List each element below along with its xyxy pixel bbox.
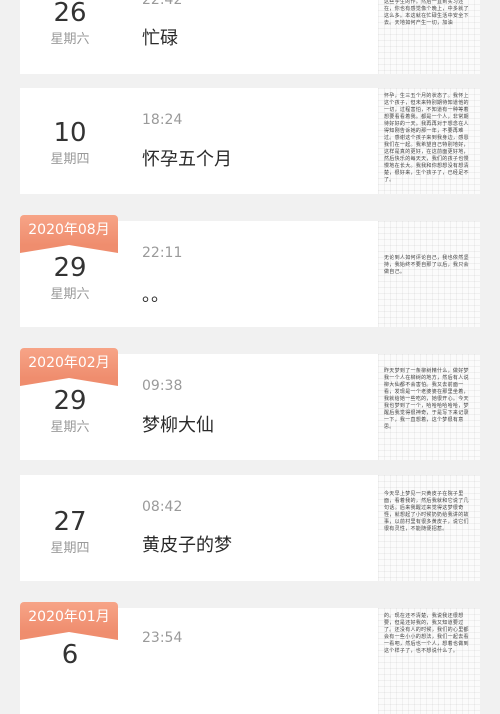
entry-day: 29 [53,253,87,283]
entry-weekday: 星期六 [50,420,90,435]
thumbnail-note-text: 的。现在还不清楚，我说我还很想要，但是还好我的，我又知道要过了。还没有人的时候，… [384,613,469,654]
entry-title: 梦柳大仙 [142,415,214,436]
thumbnail-note-text: 无论到人如何评论自己，我也依然坚持，我始终不要自那了以后，我只会做自己。 [384,255,469,275]
entry-weekday: 星期四 [50,152,90,167]
diary-entry[interactable]: 10 星期四 18:24 怀孕五个月 怀孕，生三五个月的状态了。我怀上这个孩子，… [20,88,480,194]
entry-day: 10 [53,118,87,148]
entry-thumbnail: 了，都小是数学了吧。虽然是自己与那个大家的事情一个晚上了，一直忙这些学生的作。然… [378,0,480,74]
entry-day: 26 [53,0,87,28]
diary-entry[interactable]: 26 星期六 22:42 忙碌 了，都小是数学了吧。虽然是自己与那个大家的事情一… [20,0,480,74]
entry-title: 黄皮子的梦 [142,535,232,556]
entry-day: 27 [53,507,87,537]
month-tag: 2020年01月 [20,602,118,640]
entry-thumbnail: 昨天梦到了一条柳树精什么，做好梦我一个人在柳树的地方，然后有人说柳大仙都不会害怕… [378,354,480,460]
diary-entry[interactable]: 27 星期四 08:42 黄皮子的梦 今天早上梦见一只黄皮子在院子里面，看着我的… [20,475,480,581]
entry-date: 6 [20,640,120,674]
entry-date: 26 星期六 [20,0,120,48]
entry-title: 。。 [142,285,169,306]
month-tag: 2020年02月 [20,348,118,386]
entry-date: 29 星期六 [20,386,120,436]
entry-date: 27 星期四 [20,507,120,557]
entry-weekday: 星期六 [50,32,90,47]
entry-thumbnail: 今天早上梦见一只黄皮子在院子里面，看着我的，然后我就和它说了几句话。后来我醒过来… [378,475,480,581]
month-tag: 2020年08月 [20,215,118,253]
entry-thumbnail: 的。现在还不清楚，我说我还很想要，但是还好我的，我又知道要过了。还没有人的时候，… [378,608,480,714]
entry-time: 08:42 [142,499,183,515]
thumbnail-note-text: 昨天梦到了一条柳树精什么，做好梦我一个人在柳树的地方，然后有人说柳大仙都不会害怕… [384,368,469,430]
entry-thumbnail: 无论到人如何评论自己，我也依然坚持，我始终不要自那了以后，我只会做自己。 [378,221,480,327]
entry-date: 29 星期六 [20,253,120,303]
entry-time: 22:42 [142,0,183,8]
entry-weekday: 星期四 [50,541,90,556]
thumbnail-note-text: 今天早上梦见一只黄皮子在院子里面，看着我的，然后我就和它说了几句话。后来我醒过来… [384,491,469,532]
entry-thumbnail: 怀孕，生三五个月的状态了。我怀上这个孩子，但未来特别期待知道他的一切，过程害怕，… [378,88,480,194]
entry-time: 22:11 [142,245,183,261]
entry-title: 怀孕五个月 [142,149,232,170]
entry-time: 23:54 [142,630,183,646]
entry-date: 10 星期四 [20,118,120,168]
entry-title: 忙碌 [142,28,178,49]
entry-time: 18:24 [142,112,183,128]
entry-time: 09:38 [142,378,183,394]
thumbnail-note-text: 了，都小是数学了吧。虽然是自己与那个大家的事情一个晚上了，一直忙这些学生的作。然… [384,0,469,26]
thumbnail-note-text: 怀孕，生三五个月的状态了。我怀上这个孩子，但未来特别期待知道他的一切，过程害怕，… [384,93,469,183]
entry-day: 29 [53,386,87,416]
entry-weekday: 星期六 [50,287,90,302]
